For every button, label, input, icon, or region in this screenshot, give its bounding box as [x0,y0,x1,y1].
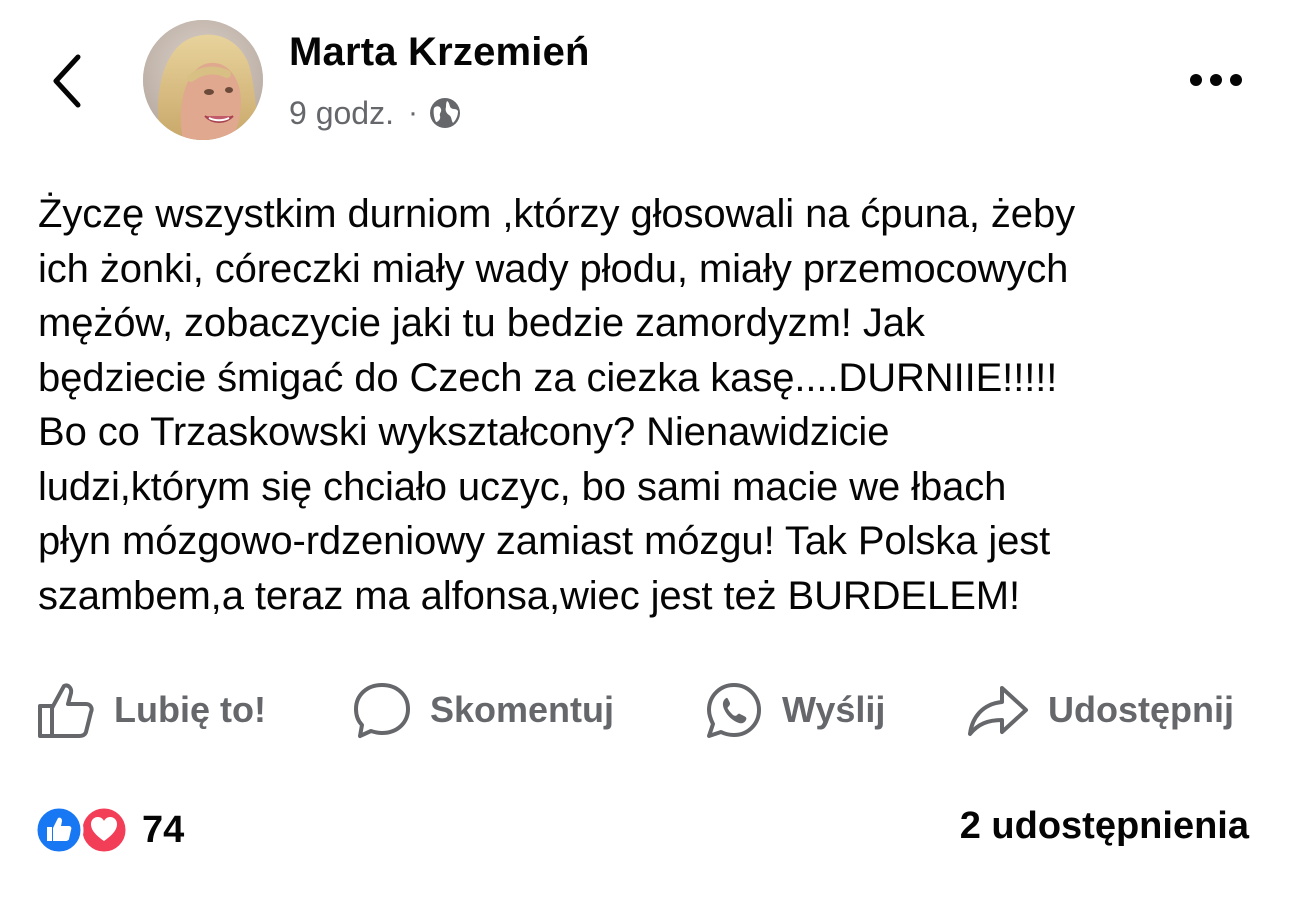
post-text: Życzę wszystkim durniom ,którzy głosowal… [38,192,1075,618]
send-button[interactable]: Wyślij [704,670,885,750]
send-label: Wyślij [782,689,886,730]
thumbs-up-icon [38,683,94,738]
reactions-summary[interactable]: 74 [34,805,184,855]
chevron-left-icon [53,54,81,108]
post-time[interactable]: 9 godz. [289,95,394,132]
comment-button[interactable]: Skomentuj [352,670,614,750]
meta-separator: · [407,96,418,129]
comment-bubble-icon [354,683,410,738]
post-meta: 9 godz. · [289,93,462,133]
shares-count[interactable]: 2 udostępnienia [960,805,1249,848]
post-header: Marta Krzemień 9 godz. · [0,0,1289,150]
avatar[interactable] [143,20,263,140]
whatsapp-icon [707,683,761,738]
like-button[interactable]: Lubię to! [36,670,266,750]
back-button[interactable] [40,46,96,116]
more-options-button[interactable] [1186,62,1246,98]
globe-icon [429,98,460,128]
more-dots-icon [1190,74,1242,86]
post-stats: 74 2 udostępnienia [0,795,1289,865]
share-arrow-icon [968,686,1028,736]
reaction-icons [34,805,129,855]
share-label: Udostępnij [1048,689,1234,730]
share-button[interactable]: Udostępnij [966,670,1234,750]
like-label: Lubię to! [114,689,266,730]
action-bar: Lubię to! Skomentuj Wyślij Udostępnij [0,670,1289,750]
author-name[interactable]: Marta Krzemień [289,30,590,75]
reaction-count: 74 [142,808,185,851]
avatar-image [143,20,263,140]
comment-label: Skomentuj [430,689,615,730]
